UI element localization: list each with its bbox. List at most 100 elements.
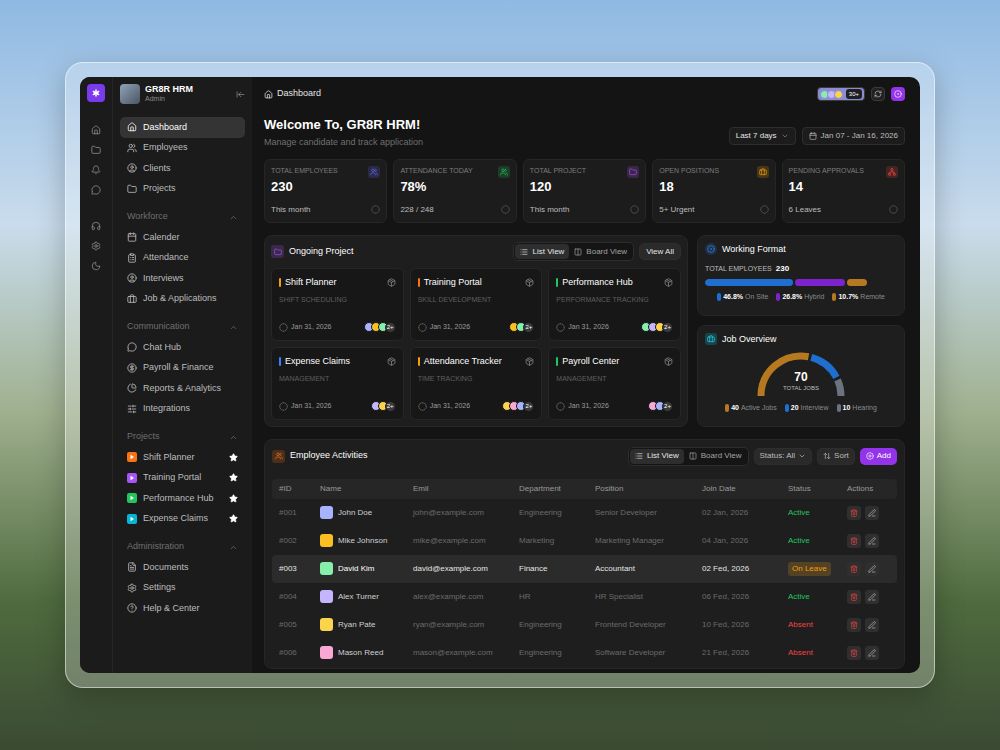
project-name: Shift Planner [285, 276, 337, 290]
table-row[interactable]: #004Alex Turneralex@example.comHRHR Spec… [272, 583, 897, 611]
bell-icon[interactable] [91, 165, 101, 175]
moon-icon[interactable] [91, 261, 101, 271]
view-tab[interactable]: Board View [569, 244, 632, 259]
status-filter[interactable]: Status: All [754, 448, 813, 465]
view-tab[interactable]: Board View [684, 449, 747, 464]
star-icon[interactable] [229, 514, 238, 523]
legend-item: 10.7%Remote [832, 292, 884, 303]
sidebar-project-item[interactable]: Performance Hub [120, 488, 245, 509]
table-row[interactable]: #005Ryan Pateryan@example.comEngineering… [272, 611, 897, 639]
section-header[interactable]: Administration [120, 537, 245, 557]
action-button[interactable] [891, 87, 905, 101]
edit-button[interactable] [865, 618, 879, 632]
sort-button[interactable]: Sort [817, 448, 855, 465]
delete-button[interactable] [847, 534, 861, 548]
section-header[interactable]: Workforce [120, 207, 245, 227]
sidebar-item[interactable]: Reports & Analytics [120, 378, 245, 399]
app-logo[interactable] [87, 84, 105, 102]
avatar-more: 2+ [385, 401, 396, 412]
legend-dot [776, 293, 780, 301]
sidebar-item[interactable]: Employees [120, 138, 245, 159]
sidebar-item[interactable]: Help & Center [120, 598, 245, 619]
section-header[interactable]: Projects [120, 427, 245, 447]
project-card[interactable]: Training PortalSKILL DEVELOPMENTJan 31, … [410, 268, 543, 341]
sidebar-item[interactable]: Calender [120, 227, 245, 248]
cell-name: Mike Johnson [313, 534, 406, 547]
sidebar-item[interactable]: Projects [120, 179, 245, 200]
cell-department: Finance [512, 563, 588, 575]
star-icon[interactable] [229, 473, 238, 482]
sidebar-item[interactable]: Integrations [120, 399, 245, 420]
delete-button[interactable] [847, 590, 861, 604]
profile[interactable]: GR8R HRMAdmin [120, 84, 245, 104]
edit-button[interactable] [865, 646, 879, 660]
table-row[interactable]: #002Mike Johnsonmike@example.comMarketin… [272, 527, 897, 555]
section-header[interactable]: Communication [120, 317, 245, 337]
sidebar-item[interactable]: Clients [120, 158, 245, 179]
add-button[interactable]: Add [860, 448, 897, 465]
chat-icon[interactable] [91, 185, 101, 195]
star-icon[interactable] [229, 494, 238, 503]
stat-value: 120 [530, 179, 639, 195]
project-card[interactable]: Attendance TrackerTIME TRACKINGJan 31, 2… [410, 347, 543, 420]
sidebar-project-item[interactable]: Expense Claims [120, 509, 245, 530]
right-column: Working FormatTOTAL EMPLOYEES23046.8%On … [697, 235, 905, 427]
sync-button[interactable] [871, 87, 885, 101]
project-accent [279, 278, 281, 287]
delete-button[interactable] [847, 618, 861, 632]
headset-icon[interactable] [91, 221, 101, 231]
folder-icon[interactable] [91, 145, 101, 155]
table-row[interactable]: #006Mason Reedmason@example.comEngineeri… [272, 639, 897, 667]
clock-icon [556, 323, 565, 332]
stat-note: 228 / 248 [400, 204, 433, 216]
table-row[interactable]: #003David Kimdavid@example.comFinanceAcc… [272, 555, 897, 583]
view-tab[interactable]: List View [515, 244, 569, 259]
house-icon[interactable] [91, 125, 101, 135]
sidebar-project-item[interactable]: Training Portal [120, 468, 245, 489]
range-select[interactable]: Last 7 days [729, 127, 796, 145]
sidebar-item[interactable]: Job & Applications [120, 289, 245, 310]
sidebar-item[interactable]: Payroll & Finance [120, 358, 245, 379]
users-icon [500, 168, 508, 176]
delete-button[interactable] [847, 562, 861, 576]
sidebar-project-item[interactable]: Shift Planner [120, 447, 245, 468]
view-tab[interactable]: List View [630, 449, 684, 464]
delete-button[interactable] [847, 646, 861, 660]
project-date: Jan 31, 2026 [291, 401, 331, 412]
project-card[interactable]: Shift PlannerSHIFT SCHEDULINGJan 31, 202… [271, 268, 404, 341]
panel-icon-box [705, 333, 717, 345]
project-card[interactable]: Expense ClaimsMANAGEMENTJan 31, 20262+ [271, 347, 404, 420]
project-category: MANAGEMENT [279, 374, 396, 385]
sidebar-item[interactable]: Interviews [120, 268, 245, 289]
cell-id: #004 [272, 591, 313, 603]
cell-name: John Doe [313, 506, 406, 519]
collapse-icon[interactable] [236, 90, 245, 99]
sidebar-item[interactable]: Settings [120, 578, 245, 599]
avatar-more: 2+ [523, 322, 534, 333]
stat-card: TOTAL PROJECT120This month [523, 159, 646, 223]
gear-icon[interactable] [91, 241, 101, 251]
edit-button[interactable] [865, 590, 879, 604]
delete-button[interactable] [847, 506, 861, 520]
edit-button[interactable] [865, 562, 879, 576]
project-avatars: 2+ [648, 401, 673, 412]
sidebar-item[interactable]: Dashboard [120, 117, 245, 138]
sidebar-item[interactable]: Attendance [120, 248, 245, 269]
project-date: Jan 31, 2026 [568, 401, 608, 412]
total-value: 230 [776, 263, 789, 275]
employee-avatar [320, 506, 333, 519]
edit-button[interactable] [865, 506, 879, 520]
star-icon[interactable] [229, 453, 238, 462]
table-row[interactable]: #001John Doejohn@example.comEngineeringS… [272, 499, 897, 527]
date-range[interactable]: Jan 07 - Jan 16, 2026 [802, 127, 905, 145]
view-all-button[interactable]: View All [639, 243, 681, 260]
stat-value: 78% [400, 179, 509, 195]
project-card[interactable]: Payroll CenterMANAGEMENTJan 31, 20262+ [548, 347, 681, 420]
team-avatars[interactable]: 30+ [817, 87, 865, 101]
sidebar-item[interactable]: Chat Hub [120, 337, 245, 358]
stat-icon-box [498, 166, 510, 178]
project-card[interactable]: Performance HubPERFORMANCE TRACKINGJan 3… [548, 268, 681, 341]
edit-button[interactable] [865, 534, 879, 548]
chevron-up-icon [229, 543, 238, 552]
sidebar-item[interactable]: Documents [120, 557, 245, 578]
